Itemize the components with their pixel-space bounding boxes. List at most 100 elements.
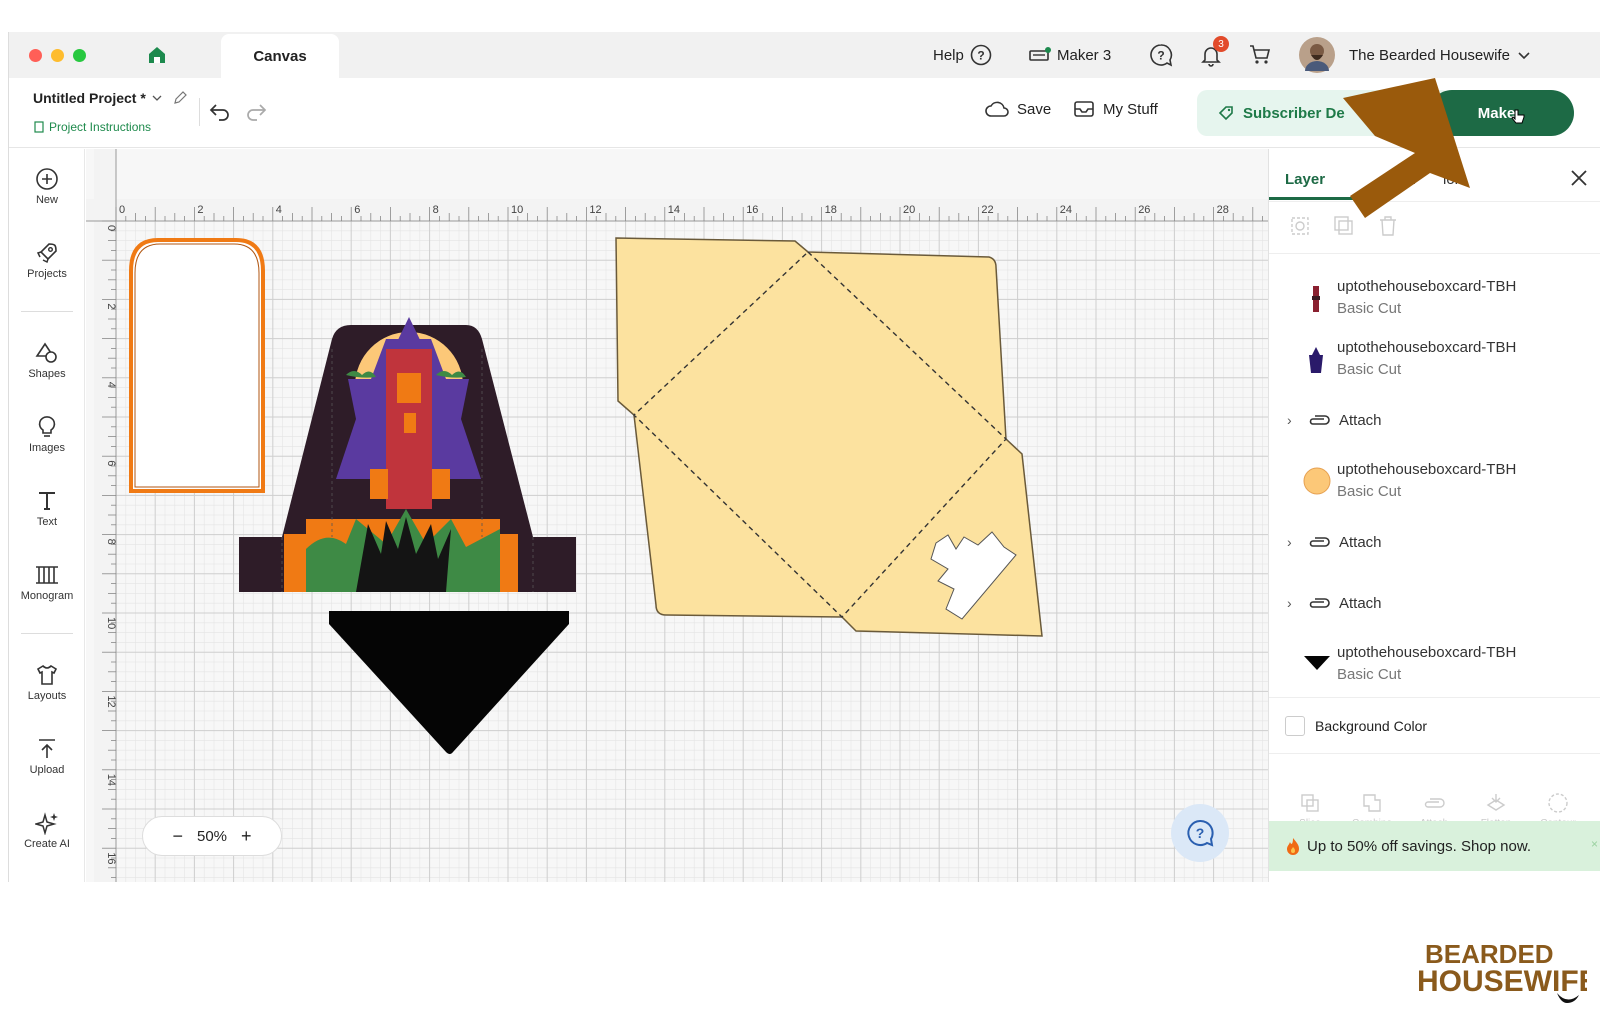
layer-thumbnail — [1304, 656, 1330, 670]
sidebar-item-layouts[interactable]: Layouts — [9, 663, 85, 702]
layer-item[interactable]: uptothehouseboxcard-TBH Basic Cut — [1269, 333, 1600, 385]
rocket-icon — [36, 243, 57, 264]
sparkle-icon — [35, 812, 58, 835]
text-icon — [39, 492, 55, 510]
sidebar-item-label: Upload — [29, 764, 65, 776]
left-sidebar: New Projects Shapes Images Text Monogram… — [9, 149, 85, 882]
layer-name: uptothehouseboxcard-TBH — [1337, 461, 1517, 478]
close-window-button[interactable] — [29, 49, 42, 62]
paperclip-icon — [1309, 415, 1330, 425]
paperclip-icon — [1424, 798, 1445, 808]
avatar — [1299, 37, 1335, 73]
contour-icon — [1548, 793, 1568, 813]
group-icon[interactable] — [1289, 215, 1311, 237]
inbox-icon — [1074, 101, 1094, 117]
machine-selector[interactable]: Maker 3 — [1029, 32, 1111, 78]
attach-group[interactable]: › Attach — [1269, 527, 1600, 557]
pencil-icon[interactable] — [172, 90, 188, 106]
project-title: Untitled Project * — [33, 90, 146, 106]
undo-icon[interactable] — [209, 102, 231, 122]
layer-item[interactable]: uptothehouseboxcard-TBH Basic Cut — [1269, 455, 1600, 507]
divider — [1269, 253, 1600, 254]
machine-icon — [1029, 47, 1051, 61]
sidebar-item-label: Layouts — [27, 690, 67, 702]
tag-icon — [1218, 106, 1233, 121]
chevron-down-icon — [1518, 52, 1530, 60]
chat-help-icon[interactable]: ? — [1149, 43, 1173, 67]
flatten-icon — [1486, 794, 1506, 811]
flame-icon — [1287, 838, 1299, 855]
save-button[interactable]: Save — [985, 100, 1051, 118]
sidebar-item-shapes[interactable]: Shapes — [9, 341, 85, 380]
haunted-house-card[interactable] — [239, 317, 576, 592]
help-label: Help — [933, 46, 964, 64]
zoom-in-button[interactable]: + — [241, 826, 252, 847]
project-instructions-link[interactable]: Project Instructions — [33, 120, 151, 134]
envelope-shape[interactable] — [615, 237, 1043, 637]
divider — [1269, 697, 1600, 698]
sidebar-item-label: Monogram — [20, 590, 74, 602]
paperclip-icon — [1309, 598, 1330, 608]
minimize-window-button[interactable] — [51, 49, 64, 62]
shirt-icon — [36, 664, 58, 685]
canvas-objects — [129, 237, 1043, 754]
home-icon[interactable] — [147, 45, 167, 65]
background-color-row[interactable]: Background Color — [1285, 716, 1427, 736]
layer-thumbnail — [1312, 286, 1320, 312]
chat-help-icon: ? — [1187, 819, 1214, 847]
layer-operation: Basic Cut — [1337, 300, 1402, 317]
sidebar-item-label: Text — [36, 516, 58, 528]
sidebar-item-text[interactable]: Text — [9, 489, 85, 528]
layer-item[interactable]: uptothehouseboxcard-TBH Basic Cut — [1269, 638, 1600, 690]
layer-name: uptothehouseboxcard-TBH — [1337, 339, 1517, 356]
help-button[interactable]: Help ? — [933, 32, 992, 78]
zoom-out-button[interactable]: − — [172, 826, 183, 847]
sidebar-item-label: Projects — [27, 268, 67, 280]
white-card-shape[interactable] — [129, 238, 265, 493]
divider — [21, 311, 73, 312]
cloud-icon — [985, 101, 1009, 117]
layer-thumbnail — [1303, 467, 1331, 495]
my-stuff-button[interactable]: My Stuff — [1073, 100, 1158, 118]
maximize-window-button[interactable] — [73, 49, 86, 62]
close-icon[interactable] — [1570, 169, 1588, 187]
cart-icon[interactable] — [1249, 44, 1271, 66]
duplicate-icon[interactable] — [1333, 215, 1355, 237]
tab-layers[interactable]: Layer — [1285, 171, 1325, 188]
sidebar-item-upload[interactable]: Upload — [9, 737, 85, 776]
design-canvas[interactable]: 0 2 4 6 8 10 12 14 16 18 20 22 24 26 28 0 2 4 6 8 10 12 14 16 — [86, 149, 1268, 882]
chevron-down-icon — [152, 95, 162, 101]
sidebar-item-monogram[interactable]: Monogram — [9, 563, 85, 602]
layer-operation: Basic Cut — [1337, 483, 1402, 500]
notifications-button[interactable]: 3 — [1199, 32, 1229, 78]
sidebar-item-label: Create AI — [24, 838, 70, 850]
chevron-right-icon: › — [1287, 595, 1292, 611]
help-fab-button[interactable]: ? — [1171, 804, 1229, 862]
background-color-label: Background Color — [1315, 718, 1428, 734]
close-icon[interactable]: × — [1591, 837, 1598, 851]
annotation-arrow — [1343, 78, 1470, 218]
tab-canvas[interactable]: Canvas — [221, 34, 339, 78]
attach-group[interactable]: › Attach — [1269, 588, 1600, 618]
trash-icon[interactable] — [1377, 215, 1399, 237]
layer-item[interactable]: uptothehouseboxcard-TBH Basic Cut — [1269, 272, 1600, 324]
black-triangle-base[interactable] — [329, 611, 569, 754]
question-circle-icon: ? — [970, 44, 992, 66]
monogram-icon — [36, 566, 58, 584]
attach-label: Attach — [1339, 533, 1382, 551]
sidebar-item-projects[interactable]: Projects — [9, 241, 85, 280]
project-title-dropdown[interactable]: Untitled Project * — [33, 90, 188, 106]
promo-text: Up to 50% off savings. Shop now. — [1307, 837, 1532, 855]
sidebar-item-create-ai[interactable]: Create AI — [9, 811, 85, 850]
layer-operation: Basic Cut — [1337, 361, 1402, 378]
sidebar-item-new[interactable]: New — [9, 167, 85, 206]
attach-group[interactable]: › Attach — [1269, 405, 1600, 435]
attach-label: Attach — [1339, 594, 1382, 612]
background-checkbox[interactable] — [1285, 716, 1305, 736]
sidebar-item-images[interactable]: Images — [9, 415, 85, 454]
layer-thumbnail — [1309, 347, 1323, 373]
title-bar: Canvas Help ? Maker 3 ? 3 The Bearded Ho… — [9, 32, 1600, 78]
user-menu[interactable]: The Bearded Housewife — [1299, 32, 1532, 78]
promo-banner[interactable]: Up to 50% off savings. Shop now. × — [1269, 821, 1600, 871]
redo-icon[interactable] — [245, 102, 267, 122]
